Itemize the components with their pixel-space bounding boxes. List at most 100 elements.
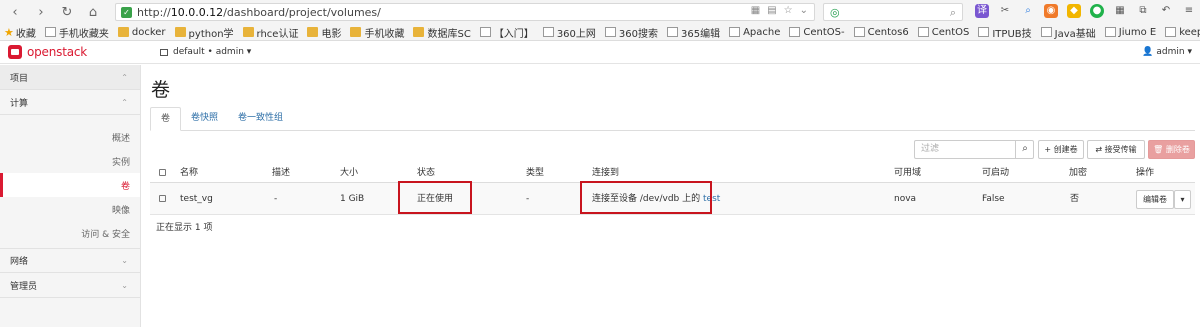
volume-name-link[interactable]: test_vg xyxy=(180,183,213,215)
col-description[interactable]: 描述 xyxy=(272,163,290,183)
table-toolbar: 过滤 ⌕ + 创建卷 ⇄ 接受传输 🗑 删除卷 xyxy=(141,140,1200,159)
col-bootable[interactable]: 可启动 xyxy=(982,163,1009,183)
col-type[interactable]: 类型 xyxy=(526,163,544,183)
bookmark-item[interactable]: 数据库SC xyxy=(409,24,475,40)
bookmark-label: Centos6 xyxy=(867,26,909,38)
select-all-checkbox[interactable] xyxy=(159,163,166,183)
browser-toolbar: ‹ › ↻ ⌂ ✓ http://10.0.0.12/dashboard/pro… xyxy=(0,0,1200,24)
sidebar-section-project[interactable]: 项目 ⌃ xyxy=(0,65,140,90)
bookmark-label: 【入门】 xyxy=(493,28,534,40)
accept-transfer-button[interactable]: ⇄ 接受传输 xyxy=(1087,140,1145,159)
green-circle-icon[interactable]: ● xyxy=(1090,4,1104,18)
project-icon xyxy=(160,48,168,56)
bookmark-label: docker xyxy=(131,26,166,38)
tab-consistency-groups[interactable]: 卷一致性组 xyxy=(228,107,293,131)
grid-icon[interactable]: ▦ xyxy=(751,5,760,16)
bookmark-star-icon[interactable]: ☆ xyxy=(784,5,793,16)
sidebar-item-instances[interactable]: 实例 xyxy=(0,149,140,173)
shield-icon[interactable]: ◆ xyxy=(1067,4,1081,18)
bookmark-label: 360上网 xyxy=(556,28,596,40)
bookmark-item[interactable]: CentOS xyxy=(914,24,975,40)
bookmark-item[interactable]: Apache xyxy=(725,24,785,40)
sidebar-item-access-security[interactable]: 访问 & 安全 xyxy=(0,221,140,245)
address-bar[interactable]: ✓ http://10.0.0.12/dashboard/project/vol… xyxy=(115,3,815,21)
bookmark-item[interactable]: 365编辑 xyxy=(663,24,725,40)
page-icon xyxy=(729,27,741,37)
forward-icon[interactable]: › xyxy=(30,0,52,24)
sidebar-section-compute[interactable]: 计算 ⌃ xyxy=(0,90,140,115)
bookmark-item[interactable]: Centos6 xyxy=(850,24,914,40)
col-status[interactable]: 状态 xyxy=(417,163,435,183)
page-icon xyxy=(978,27,990,37)
scissors-icon[interactable]: ✂ xyxy=(998,4,1012,18)
bookmark-item[interactable]: 手机收藏夹 xyxy=(41,24,114,40)
magnifier-icon[interactable]: ⌕ xyxy=(1021,4,1035,18)
sidebar-item-images[interactable]: 映像 xyxy=(0,197,140,221)
windows-icon[interactable]: ⧉ xyxy=(1136,4,1150,18)
tab-volume-snapshots[interactable]: 卷快照 xyxy=(181,107,228,131)
col-availability-zone[interactable]: 可用域 xyxy=(894,163,921,183)
bookmark-item[interactable]: docker xyxy=(114,24,171,40)
bookmark-item[interactable]: rhce认证 xyxy=(239,24,304,40)
bookmark-item[interactable]: Java基础 xyxy=(1037,24,1101,40)
sidebar-section-admin[interactable]: 管理员 ⌄ xyxy=(0,273,140,298)
attachment-highlight-box xyxy=(580,181,712,214)
row-checkbox[interactable] xyxy=(159,183,166,215)
reader-icon[interactable]: ▤ xyxy=(767,5,776,16)
folder-icon xyxy=(117,27,129,37)
bookmark-item[interactable]: python学 xyxy=(171,24,239,40)
col-size[interactable]: 大小 xyxy=(340,163,358,183)
translate-icon[interactable]: 译 xyxy=(975,4,989,18)
filter-search-icon[interactable]: ⌕ xyxy=(1015,140,1034,159)
volume-bootable: False xyxy=(982,194,1005,204)
reload-icon[interactable]: ↻ xyxy=(56,0,78,24)
search-icon[interactable]: ⌕ xyxy=(950,6,956,20)
page-icon xyxy=(1104,27,1116,37)
apps-grid-icon[interactable]: ▦ xyxy=(1113,4,1127,18)
search-box[interactable]: ◎ ⌕ xyxy=(823,3,963,21)
menu-icon[interactable]: ≡ xyxy=(1182,4,1196,18)
bookmark-item[interactable]: 【入门】 xyxy=(476,24,539,40)
volume-encrypted[interactable]: 否 xyxy=(1070,183,1079,215)
bookmark-item[interactable]: 手机收藏 xyxy=(346,24,409,40)
item-count: 正在显示 1 项 xyxy=(156,223,213,233)
home-icon[interactable]: ⌂ xyxy=(82,0,104,24)
bookmark-item[interactable]: 电影 xyxy=(303,24,346,40)
bookmark-item[interactable]: ITPUB技 xyxy=(974,24,1036,40)
bookmark-item[interactable]: keepaliv xyxy=(1161,24,1200,40)
edit-volume-button[interactable]: 编辑卷 xyxy=(1136,190,1174,209)
user-menu[interactable]: 👤 admin ▾ xyxy=(1142,47,1192,57)
create-volume-button[interactable]: + 创建卷 xyxy=(1038,140,1084,159)
address-tools: ▦ ▤ ☆ ⌄ xyxy=(751,5,808,16)
col-actions: 操作 xyxy=(1136,168,1155,178)
col-name[interactable]: 名称 xyxy=(180,163,198,183)
bookmark-label: keepaliv xyxy=(1179,26,1200,38)
page-icon xyxy=(542,27,554,37)
openstack-logo[interactable]: openstack xyxy=(8,45,87,59)
bookmark-item[interactable]: Jiumo E xyxy=(1101,24,1161,40)
sidebar-section-network[interactable]: 网络 ⌄ xyxy=(0,248,140,273)
table-header: 名称 描述 大小 状态 类型 连接到 可用域 可启动 加密 操作 xyxy=(150,163,1195,183)
delete-volumes-button[interactable]: 🗑 删除卷 xyxy=(1148,140,1195,159)
project-selector[interactable]: default • admin ▾ xyxy=(160,47,251,57)
sidebar-item-overview[interactable]: 概述 xyxy=(0,125,140,149)
bookmark-label: 收藏 xyxy=(15,28,36,40)
dropdown-chevron-icon[interactable]: ⌄ xyxy=(800,5,808,16)
undo-icon[interactable]: ↶ xyxy=(1159,4,1173,18)
bookmark-item[interactable]: 360上网 xyxy=(539,24,601,40)
bookmark-item[interactable]: 360搜索 xyxy=(601,24,663,40)
bookmark-label: Apache xyxy=(743,26,781,38)
tab-bar: 卷 卷快照 卷一致性组 xyxy=(150,107,1195,131)
bookmark-label: 数据库SC xyxy=(427,28,471,40)
col-attached-to[interactable]: 连接到 xyxy=(592,163,619,183)
page-icon xyxy=(44,27,56,37)
row-actions-dropdown[interactable]: ▾ xyxy=(1174,190,1191,209)
game-icon[interactable]: ◉ xyxy=(1044,4,1058,18)
col-encrypted[interactable]: 加密 xyxy=(1069,163,1087,183)
tab-volumes[interactable]: 卷 xyxy=(150,107,182,131)
back-icon[interactable]: ‹ xyxy=(4,0,26,24)
bookmark-item[interactable]: ★ 收藏 xyxy=(0,24,41,40)
sidebar-item-volumes[interactable]: 卷 xyxy=(0,173,140,197)
bookmark-item[interactable]: CentOS- xyxy=(785,24,849,40)
sidebar-section-label: 计算 xyxy=(10,98,29,109)
